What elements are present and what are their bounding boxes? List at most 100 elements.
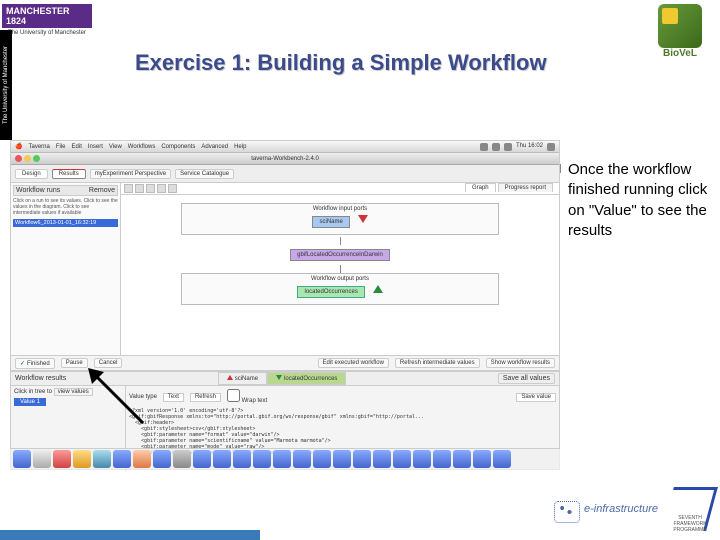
menu-edit[interactable]: Edit	[72, 144, 82, 150]
menu-advanced[interactable]: Advanced	[201, 144, 228, 150]
fp7-logo: SEVENTH FRAMEWORK PROGRAMME	[668, 487, 712, 531]
close-icon[interactable]	[15, 155, 22, 162]
tool-icon[interactable]	[135, 184, 144, 193]
volume-icon[interactable]	[504, 143, 512, 151]
wrap-text-checkbox[interactable]: Wrap text	[227, 389, 267, 405]
taverna-window: 🍎 Taverna File Edit Insert View Workflow…	[10, 140, 560, 470]
biovel-logo: BioVeL	[646, 4, 714, 72]
refresh-values-button[interactable]: Refresh intermediate values	[395, 358, 480, 368]
dock-app-icon[interactable]	[213, 450, 231, 468]
dock-app-icon[interactable]	[193, 450, 211, 468]
instruction-text: Once the workflow finished running click…	[568, 160, 708, 241]
refresh-button[interactable]: Refresh	[190, 393, 221, 402]
dock-app-icon[interactable]	[113, 450, 131, 468]
dock-app-icon[interactable]	[253, 450, 271, 468]
menu-insert[interactable]: Insert	[88, 144, 103, 150]
apple-icon[interactable]: 🍎	[15, 143, 22, 150]
slide-title: Exercise 1: Building a Simple Workflow	[135, 50, 547, 76]
menu-components[interactable]: Components	[161, 144, 195, 150]
manchester-sidebar: The University of Manchester	[0, 30, 12, 140]
zoom-icon[interactable]	[33, 155, 40, 162]
tool-icon[interactable]	[157, 184, 166, 193]
dock-app-icon[interactable]	[393, 450, 411, 468]
dock-app-icon[interactable]	[173, 450, 191, 468]
status-icon[interactable]	[480, 143, 488, 151]
sciname-port[interactable]: sciName	[312, 216, 349, 228]
diagram-canvas: Graph Progress report Workflow input por…	[121, 183, 559, 355]
tool-icon[interactable]	[146, 184, 155, 193]
dock-app-icon[interactable]	[33, 450, 51, 468]
cancel-button[interactable]: Cancel	[94, 358, 123, 368]
menu-help[interactable]: Help	[234, 144, 246, 150]
leaf-icon	[658, 4, 702, 48]
dock-app-icon[interactable]	[93, 450, 111, 468]
dock-app-icon[interactable]	[493, 450, 511, 468]
myexperiment-button[interactable]: myExperiment Perspective	[90, 169, 171, 179]
app-name[interactable]: Taverna	[28, 144, 49, 150]
einfrastructure-logo: e-infrastructure	[554, 503, 658, 515]
menu-view[interactable]: View	[109, 144, 122, 150]
connector-line	[340, 237, 341, 245]
dock-app-icon[interactable]	[153, 450, 171, 468]
clock[interactable]: Thu 16:02	[516, 143, 543, 151]
tool-icon[interactable]	[168, 184, 177, 193]
menu-workflows[interactable]: Workflows	[128, 144, 156, 150]
tab-graph[interactable]: Graph	[465, 183, 496, 192]
dock-app-icon[interactable]	[453, 450, 471, 468]
dock-app-icon[interactable]	[433, 450, 451, 468]
mac-dock	[10, 448, 560, 470]
results-title: Workflow results	[15, 375, 66, 382]
service-catalogue-button[interactable]: Service Catalogue	[175, 169, 234, 179]
tab-progress[interactable]: Progress report	[498, 183, 553, 192]
menu-file[interactable]: File	[56, 144, 66, 150]
results-tab-located[interactable]: locatedOccurrences	[267, 372, 346, 385]
dock-app-icon[interactable]	[73, 450, 91, 468]
dock-app-icon[interactable]	[273, 450, 291, 468]
biovel-text: BioVeL	[646, 48, 714, 59]
dock-app-icon[interactable]	[313, 450, 331, 468]
tab-design[interactable]: Design	[15, 169, 48, 179]
pause-button[interactable]: Pause	[61, 358, 88, 368]
dock-app-icon[interactable]	[473, 450, 491, 468]
dock-app-icon[interactable]	[413, 450, 431, 468]
wifi-icon[interactable]	[492, 143, 500, 151]
tab-results[interactable]: Results	[52, 169, 86, 179]
window-title: taverna-Workbench-2.4.0	[251, 156, 319, 162]
view-values-button[interactable]: view values	[54, 388, 93, 396]
dock-app-icon[interactable]	[373, 450, 391, 468]
tool-icon[interactable]	[124, 184, 133, 193]
runs-header: Workflow runs	[16, 187, 60, 194]
status-bar: ✓Finished Pause Cancel Edit executed wor…	[11, 355, 559, 371]
dock-app-icon[interactable]	[133, 450, 151, 468]
save-value-button[interactable]: Save value	[516, 393, 556, 402]
input-ports-section: Workflow input ports sciName	[181, 203, 499, 235]
save-all-button[interactable]: Save all values	[498, 373, 555, 384]
dock-app-icon[interactable]	[353, 450, 371, 468]
run-selected[interactable]: Workflow6_2013-01-01_16:32:19	[13, 219, 118, 227]
dock-app-icon[interactable]	[53, 450, 71, 468]
minimize-icon[interactable]	[24, 155, 31, 162]
dock-app-icon[interactable]	[233, 450, 251, 468]
located-port[interactable]: locatedOccurrences	[297, 286, 364, 298]
finished-status: ✓Finished	[15, 358, 55, 369]
remove-button[interactable]: Remove	[89, 187, 115, 194]
value-type-label: Value type	[129, 394, 157, 401]
window-titlebar: taverna-Workbench-2.4.0	[11, 153, 559, 165]
value-type-select[interactable]: Text	[163, 393, 184, 402]
mac-menubar: 🍎 Taverna File Edit Insert View Workflow…	[11, 141, 559, 153]
show-results-button[interactable]: Show workflow results	[486, 358, 555, 368]
value-1-node[interactable]: Value 1	[14, 398, 46, 406]
runs-description: Click on a run to see its values. Click …	[13, 198, 118, 216]
results-tab-sciname[interactable]: sciName	[218, 372, 267, 385]
gbif-processor[interactable]: gbifLocatedOccurrenceInDarwin	[290, 249, 390, 261]
edit-workflow-button[interactable]: Edit executed workflow	[318, 358, 389, 368]
dock-app-icon[interactable]	[333, 450, 351, 468]
output-ports-section: Workflow output ports locatedOccurrences	[181, 273, 499, 305]
up-triangle-icon	[373, 285, 383, 293]
footer-logos: e-infrastructure SEVENTH FRAMEWORK PROGR…	[554, 484, 712, 534]
dock-app-icon[interactable]	[293, 450, 311, 468]
main-area: Workflow runs Remove Click on a run to s…	[11, 183, 559, 355]
spotlight-icon[interactable]	[547, 143, 555, 151]
dock-finder-icon[interactable]	[13, 450, 31, 468]
manchester-logo: MANCHESTER 1824 The University of Manche…	[2, 4, 92, 36]
